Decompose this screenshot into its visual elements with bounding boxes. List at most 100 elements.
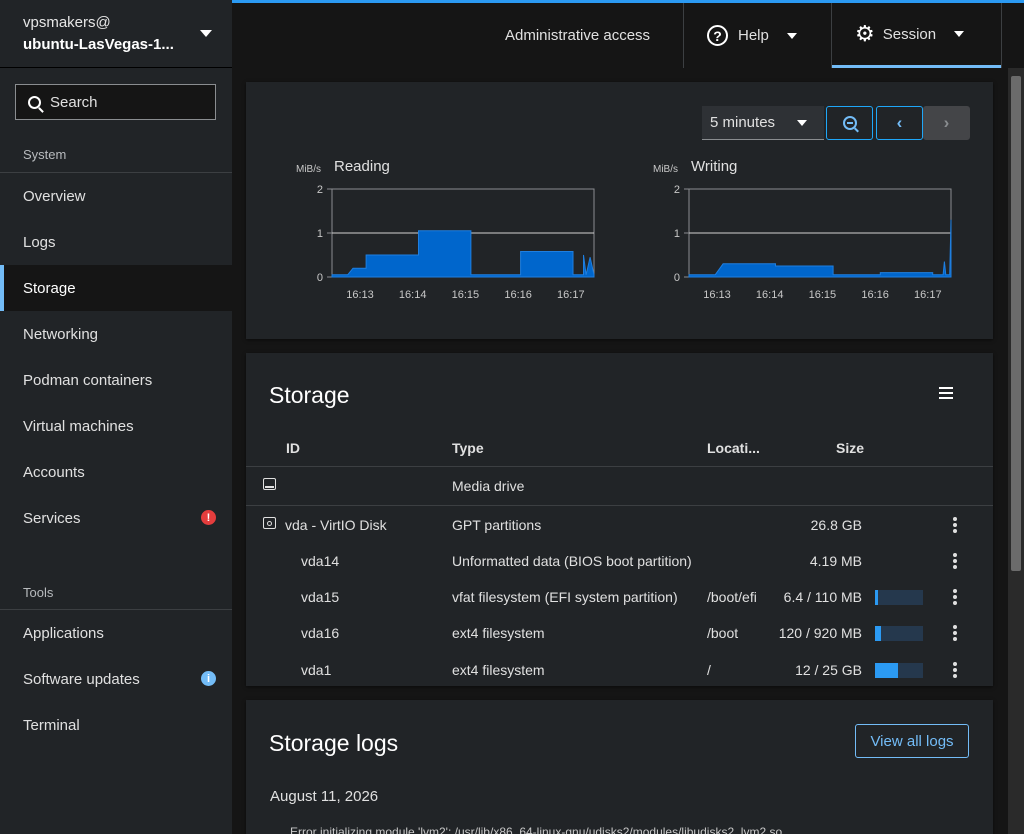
sidebar-item-logs[interactable]: Logs [0, 219, 232, 265]
column-type[interactable]: Type [452, 440, 484, 456]
sidebar-item-podman-containers[interactable]: Podman containers [0, 357, 232, 403]
sidebar-item-accounts[interactable]: Accounts [0, 449, 232, 495]
host-switcher[interactable]: vpsmakers@ ubuntu-LasVegas-1... [0, 0, 232, 68]
tools-nav: Applications Software updates i Terminal [0, 609, 232, 748]
cell-size: 12 / 25 GB [795, 662, 862, 678]
menu-bar [939, 392, 953, 394]
row-actions-kebab-icon[interactable] [953, 517, 957, 535]
sidebar-item-applications[interactable]: Applications [0, 610, 232, 656]
row-actions-kebab-icon[interactable] [953, 662, 957, 680]
error-badge-icon: ! [201, 510, 216, 525]
administrative-access-button[interactable]: Administrative access [505, 3, 650, 68]
chevron-right-icon: › [943, 113, 950, 132]
session-label: Session [882, 25, 937, 43]
y-tick-label: 2 [317, 184, 323, 196]
sidebar-item-software-updates[interactable]: Software updates i [0, 656, 232, 702]
unit-label: MiB/s [653, 164, 678, 175]
sidebar-item-label: Podman containers [23, 371, 153, 389]
writing-graph-title: Writing [691, 158, 737, 175]
divider [1001, 3, 1002, 68]
sidebar-item-virtual-machines[interactable]: Virtual machines [0, 403, 232, 449]
divider [683, 3, 684, 68]
cell-id: vda16 [301, 625, 340, 641]
column-location[interactable]: Locati... [707, 440, 760, 456]
scrollbar[interactable] [1008, 68, 1024, 834]
column-size[interactable]: Size [836, 440, 864, 456]
x-tick-label: 16:17 [914, 289, 942, 301]
sidebar-item-label: Storage [23, 279, 76, 297]
sidebar-item-storage[interactable]: Storage [0, 265, 232, 311]
sidebar-item-label: Software updates [23, 670, 140, 688]
sidebar-item-label: Overview [23, 187, 86, 205]
session-menu-button[interactable]: ⚙ Session [832, 3, 1001, 68]
view-all-logs-button[interactable]: View all logs [855, 724, 969, 758]
kebab-dot [953, 589, 957, 593]
log-entry[interactable]: Error initializing module 'lvm2': /usr/l… [290, 825, 990, 834]
column-id[interactable]: ID [286, 440, 300, 456]
sidebar-item-label: Applications [23, 624, 104, 642]
chevron-down-icon [797, 120, 807, 126]
kebab-dot [953, 601, 957, 605]
chevron-down-icon [954, 31, 965, 37]
cell-size: 120 / 920 MB [778, 625, 862, 641]
cell-location: / [707, 662, 711, 678]
next-range-button[interactable]: › [923, 106, 970, 140]
kebab-dot [953, 553, 957, 557]
table-row[interactable]: vda15 vfat filesystem (EFI system partiti… [246, 579, 993, 615]
menu-bar [939, 397, 953, 399]
zoom-out-button[interactable] [826, 106, 873, 140]
sidebar-item-label: Logs [23, 233, 56, 251]
x-tick-label: 16:16 [504, 289, 532, 301]
sidebar-item-overview[interactable]: Overview [0, 173, 232, 219]
cell-size: 6.4 / 110 MB [783, 589, 862, 605]
cell-type: ext4 filesystem [452, 662, 545, 678]
storage-menu-button[interactable] [939, 387, 953, 402]
system-nav: Overview Logs Storage Networking Podman cont… [0, 172, 232, 541]
x-tick-label: 16:13 [703, 289, 731, 301]
host-name: ubuntu-LasVegas-1... [23, 36, 174, 53]
cell-size: 4.19 MB [809, 553, 862, 569]
menu-bar [939, 387, 953, 389]
table-row[interactable]: vda14 Unformatted data (BIOS boot partiti… [246, 543, 993, 579]
row-actions-kebab-icon[interactable] [953, 553, 957, 571]
storage-card: Storage ID Type Locati... Size Media dri… [246, 353, 993, 686]
storage-title: Storage [269, 382, 350, 408]
table-row[interactable]: vda16 ext4 filesystem/boot 120 / 920 MB [246, 615, 993, 651]
table-row[interactable]: vda1 ext4 filesystem / 12 / 25 GB [246, 652, 993, 688]
sidebar-item-label: Accounts [23, 463, 85, 481]
table-row[interactable]: Media drive [246, 468, 993, 506]
sidebar-item-services[interactable]: Services! [0, 495, 232, 541]
cell-id: vda15 [301, 589, 340, 605]
search-icon [28, 95, 41, 109]
sidebar-item-label: Virtual machines [23, 417, 134, 435]
row-actions-kebab-icon[interactable] [953, 625, 957, 643]
io-graphs-card: 5 minutes ‹ › MiB/s Reading 0 1 2 16:13 16:14 1… [246, 82, 993, 339]
y-tick-label: 0 [317, 272, 323, 284]
info-badge-icon: i [201, 671, 216, 686]
table-row[interactable]: vda - VirtIO Disk GPT partitions 26.8 GB [246, 507, 993, 543]
x-tick-label: 16:15 [452, 289, 480, 301]
unit-label: MiB/s [296, 164, 321, 175]
sidebar-item-networking[interactable]: Networking [0, 311, 232, 357]
y-tick-label: 1 [674, 228, 680, 240]
storage-logs-title: Storage logs [269, 730, 399, 756]
search-input[interactable]: Search [15, 84, 216, 120]
gear-icon: ⚙ [855, 21, 875, 46]
scrollbar-thumb[interactable] [1011, 76, 1021, 571]
zoom-out-icon [842, 116, 857, 130]
kebab-dot [953, 637, 957, 641]
time-range-select[interactable]: 5 minutes [702, 106, 824, 140]
usage-bar [875, 590, 923, 605]
disk-icon [263, 517, 276, 529]
log-date: August 11, 2026 [270, 788, 379, 805]
writing-graph: MiB/s Writing 0 1 2 16:13 16:14 16:15 16:16 16:17 [639, 142, 959, 302]
row-actions-kebab-icon[interactable] [953, 589, 957, 607]
main-content: 5 minutes ‹ › MiB/s Reading 0 1 2 16:13 16:14 1… [232, 68, 1024, 834]
x-tick-label: 16:14 [399, 289, 427, 301]
previous-range-button[interactable]: ‹ [876, 106, 923, 140]
cell-location: /boot [707, 625, 739, 641]
y-tick-label: 1 [317, 228, 323, 240]
sidebar-item-terminal[interactable]: Terminal [0, 702, 232, 748]
chevron-down-icon [786, 32, 797, 39]
help-menu-button[interactable]: ? Help [707, 3, 797, 68]
